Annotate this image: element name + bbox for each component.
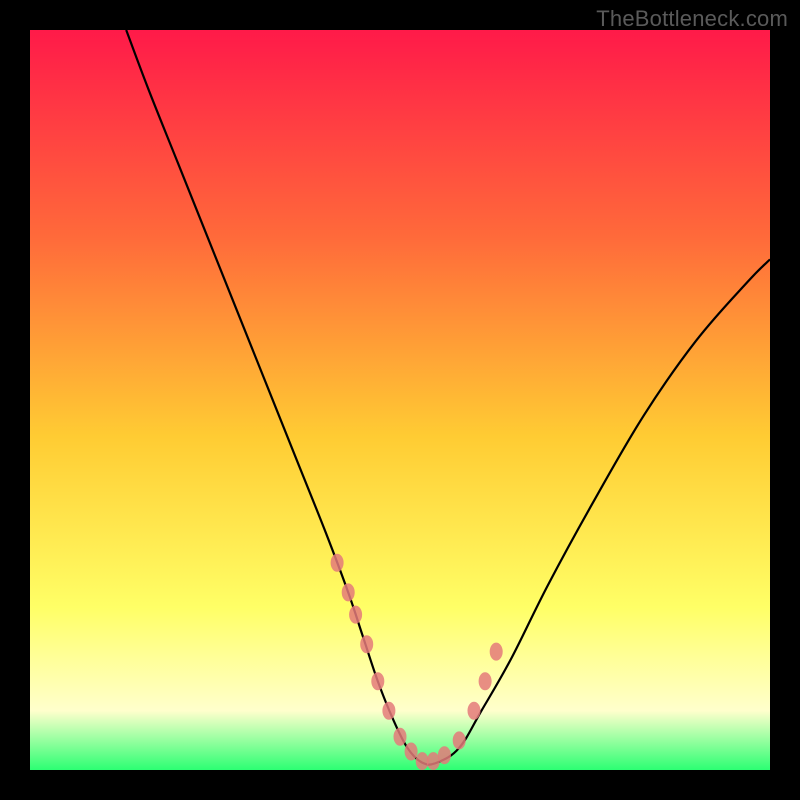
marker-dot	[438, 746, 451, 764]
marker-dot	[479, 672, 492, 690]
chart-svg	[30, 30, 770, 770]
watermark-text: TheBottleneck.com	[596, 6, 788, 32]
marker-dot	[427, 752, 440, 770]
marker-dot	[394, 728, 407, 746]
marker-dot	[490, 643, 503, 661]
marker-dot	[349, 606, 362, 624]
marker-dot	[453, 731, 466, 749]
marker-dot	[371, 672, 384, 690]
gradient-background	[30, 30, 770, 770]
marker-dot	[468, 702, 481, 720]
marker-dot	[416, 752, 429, 770]
marker-dot	[360, 635, 373, 653]
marker-dot	[342, 583, 355, 601]
marker-dot	[331, 554, 344, 572]
marker-dot	[382, 702, 395, 720]
marker-dot	[405, 743, 418, 761]
chart-frame	[30, 30, 770, 770]
